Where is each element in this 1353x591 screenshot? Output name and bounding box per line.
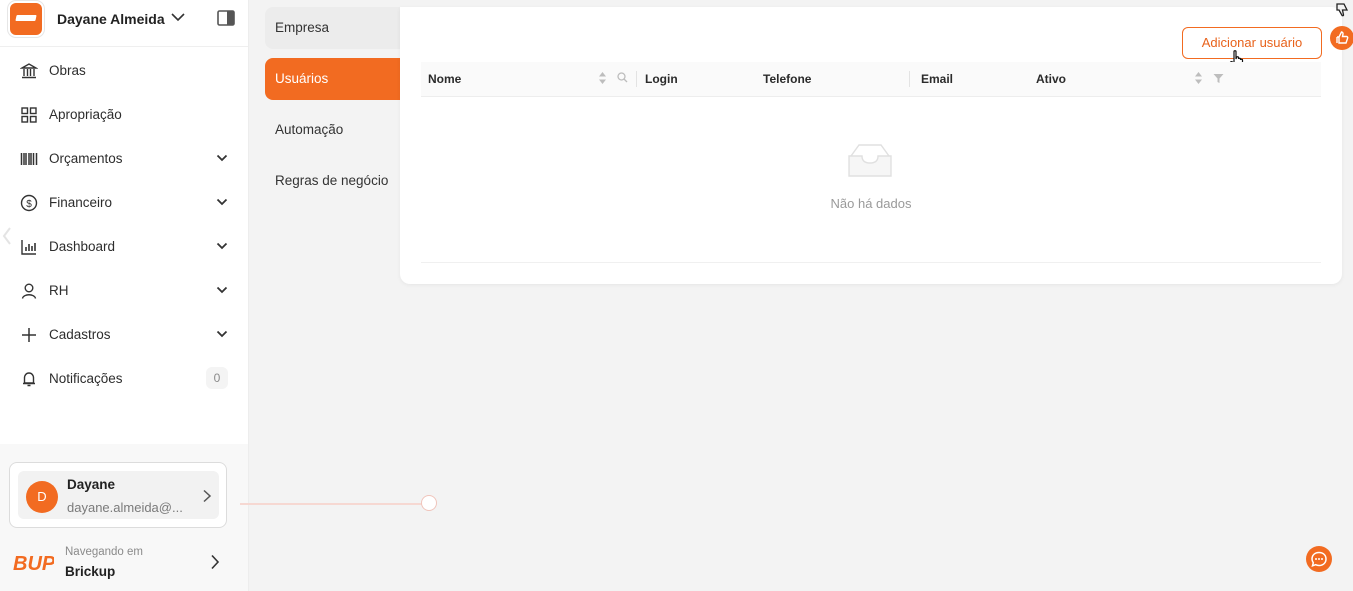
divider bbox=[0, 46, 248, 47]
svg-text:BUP: BUP bbox=[13, 553, 54, 574]
chevron-down-icon bbox=[216, 154, 228, 162]
chevron-down-icon[interactable] bbox=[171, 10, 185, 24]
users-panel: Adicionar usuário Nome Login Telefone Em… bbox=[400, 7, 1342, 284]
submenu-item-automacao[interactable]: Automação bbox=[265, 109, 405, 151]
add-user-button[interactable]: Adicionar usuário bbox=[1182, 27, 1322, 59]
column-header-telefone: Telefone bbox=[763, 72, 812, 86]
bell-icon bbox=[23, 372, 35, 387]
company-switcher[interactable]: BUP Navegando em Brickup bbox=[0, 540, 248, 585]
company-logo: BUP bbox=[13, 553, 54, 574]
column-header-ativo[interactable]: Ativo bbox=[1036, 72, 1066, 86]
sidebar-item-notificacoes[interactable]: Notificações 0 bbox=[12, 364, 240, 394]
chevron-down-icon bbox=[216, 198, 228, 206]
divider bbox=[421, 262, 1321, 263]
sidebar-item-financeiro[interactable]: $ Financeiro bbox=[12, 188, 240, 218]
sidebar-item-cadastros[interactable]: Cadastros bbox=[12, 320, 240, 350]
submenu-item-usuarios[interactable]: Usuários bbox=[265, 58, 405, 100]
sidebar-item-label: Orçamentos bbox=[49, 151, 123, 166]
plus-icon bbox=[22, 328, 36, 342]
slider-handle[interactable] bbox=[421, 495, 437, 511]
chevron-right-icon bbox=[211, 554, 220, 570]
sidebar-item-label: Financeiro bbox=[49, 195, 113, 210]
user-profile-inner: D Dayane dayane.almeida@... bbox=[18, 471, 219, 519]
company-subtitle: Navegando em bbox=[65, 546, 143, 558]
avatar: D bbox=[26, 481, 58, 513]
svg-text:$: $ bbox=[26, 199, 32, 210]
thumbs-down-icon[interactable] bbox=[1335, 2, 1349, 18]
user-name: Dayane bbox=[67, 477, 116, 492]
chevron-down-icon bbox=[216, 242, 228, 250]
sidebar-item-dashboard[interactable]: Dashboard bbox=[12, 232, 240, 262]
filter-icon[interactable] bbox=[1213, 73, 1224, 84]
sidebar-item-rh[interactable]: RH bbox=[12, 276, 240, 306]
sidebar-item-label: Apropriação bbox=[49, 107, 122, 122]
slider-track bbox=[240, 503, 422, 505]
sort-icon[interactable] bbox=[1194, 71, 1203, 85]
sidebar-item-label: RH bbox=[49, 283, 69, 298]
empty-state-text: Não há dados bbox=[830, 196, 912, 211]
sidebar-item-label: Dashboard bbox=[49, 239, 116, 254]
sidebar-item-label: Obras bbox=[49, 63, 86, 78]
settings-submenu: Empresa Usuários Automação Regras de neg… bbox=[265, 0, 405, 210]
chevron-down-icon bbox=[216, 286, 228, 294]
workspace-switcher[interactable]: Dayane Almeida bbox=[8, 0, 248, 40]
sidebar-item-label: Cadastros bbox=[49, 327, 111, 342]
barcode-icon bbox=[20, 153, 38, 165]
submenu-item-empresa[interactable]: Empresa bbox=[265, 7, 405, 49]
sidebar-item-apropriacao[interactable]: Apropriação bbox=[12, 100, 240, 130]
column-header-login: Login bbox=[645, 72, 678, 86]
column-header-email: Email bbox=[921, 72, 954, 86]
company-name: Brickup bbox=[65, 564, 116, 579]
sort-icon[interactable] bbox=[598, 71, 607, 85]
chevron-down-icon bbox=[216, 330, 228, 338]
brickup-logo bbox=[10, 3, 42, 35]
dollar-circle-icon: $ bbox=[20, 194, 38, 212]
column-separator bbox=[909, 71, 910, 87]
sidebar-collapse-icon[interactable] bbox=[217, 10, 235, 26]
account-name: Dayane Almeida bbox=[57, 11, 165, 27]
sidebar-item-orcamentos[interactable]: Orçamentos bbox=[12, 144, 240, 174]
thumbs-up-button[interactable] bbox=[1330, 26, 1353, 50]
notification-count-badge: 0 bbox=[206, 367, 228, 389]
user-icon bbox=[21, 283, 37, 299]
chevron-left-icon[interactable] bbox=[2, 226, 12, 246]
chat-icon bbox=[1311, 551, 1327, 567]
submenu-item-regras-de-negocio[interactable]: Regras de negócio bbox=[265, 160, 405, 202]
search-icon[interactable] bbox=[617, 72, 628, 83]
sidebar: Dayane Almeida Obras Apropriação Orçamen… bbox=[0, 0, 249, 591]
sidebar-item-obras[interactable]: Obras bbox=[12, 56, 240, 86]
empty-inbox-icon bbox=[848, 144, 892, 177]
column-header-nome[interactable]: Nome bbox=[428, 72, 461, 86]
chevron-right-icon bbox=[203, 489, 212, 503]
sidebar-item-label: Notificações bbox=[49, 371, 123, 386]
user-email: dayane.almeida@... bbox=[67, 500, 183, 515]
grid-icon bbox=[21, 107, 37, 123]
user-profile-card[interactable]: D Dayane dayane.almeida@... bbox=[9, 462, 227, 528]
chat-button[interactable] bbox=[1306, 546, 1332, 572]
thumbs-up-icon bbox=[1336, 31, 1349, 44]
bank-icon bbox=[20, 63, 38, 79]
column-separator bbox=[636, 71, 637, 87]
table-header: Nome Login Telefone Email Ativo bbox=[421, 62, 1321, 97]
bar-chart-icon bbox=[21, 240, 36, 255]
